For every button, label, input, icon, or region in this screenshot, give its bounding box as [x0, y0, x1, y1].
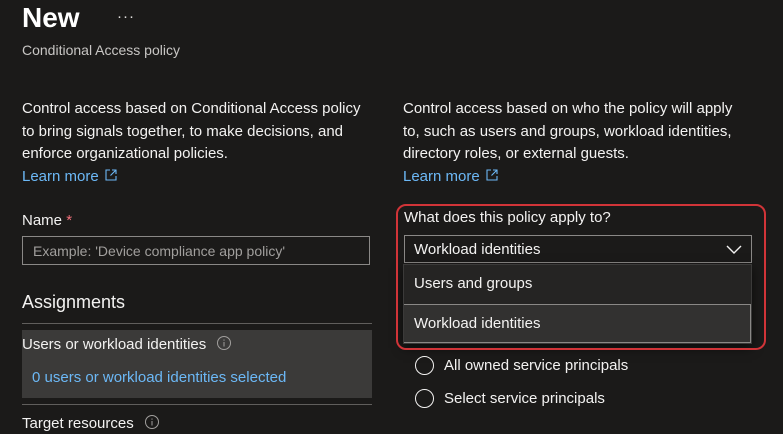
right-description-block: Control access based on who the policy w…: [403, 98, 748, 188]
target-resources-label: Target resources: [22, 414, 134, 432]
highlight-annotation: [396, 204, 766, 350]
assignments-heading: Assignments: [22, 292, 126, 312]
target-resources-row[interactable]: Target resources: [22, 414, 160, 434]
learn-more-link-right[interactable]: Learn more: [403, 168, 498, 185]
radio-label: All owned service principals: [444, 357, 629, 374]
required-marker: *: [66, 212, 73, 229]
info-icon[interactable]: [144, 414, 160, 434]
name-label-text: Name: [22, 212, 63, 229]
external-link-icon: [105, 166, 117, 189]
page-title: New: [22, 2, 80, 33]
learn-more-label[interactable]: Learn more: [403, 168, 480, 185]
divider: [22, 404, 372, 405]
info-icon[interactable]: [216, 335, 232, 355]
name-label: Name *: [22, 212, 72, 229]
divider: [22, 323, 372, 324]
radio-label: Select service principals: [444, 390, 605, 407]
radio-all-owned-service-principals[interactable]: All owned service principals: [415, 356, 628, 375]
radio-select-service-principals[interactable]: Select service principals: [415, 389, 605, 408]
users-label-row: Users or workload identities: [22, 335, 232, 355]
more-options-icon[interactable]: ···: [117, 8, 135, 25]
policy-name-input[interactable]: [22, 236, 370, 265]
external-link-icon: [486, 166, 498, 189]
users-selected-link[interactable]: 0 users or workload identities selected: [32, 369, 286, 386]
left-description: Control access based on Conditional Acce…: [22, 100, 361, 162]
learn-more-label[interactable]: Learn more: [22, 168, 99, 185]
page-subtitle: Conditional Access policy: [22, 42, 180, 58]
users-or-workload-identities-row[interactable]: Users or workload identities 0 users or …: [22, 330, 372, 398]
right-description: Control access based on who the policy w…: [403, 100, 733, 162]
users-label: Users or workload identities: [22, 335, 207, 353]
radio-button[interactable]: [415, 356, 434, 375]
left-description-block: Control access based on Conditional Acce…: [22, 98, 367, 188]
radio-button[interactable]: [415, 389, 434, 408]
learn-more-link-left[interactable]: Learn more: [22, 168, 117, 185]
